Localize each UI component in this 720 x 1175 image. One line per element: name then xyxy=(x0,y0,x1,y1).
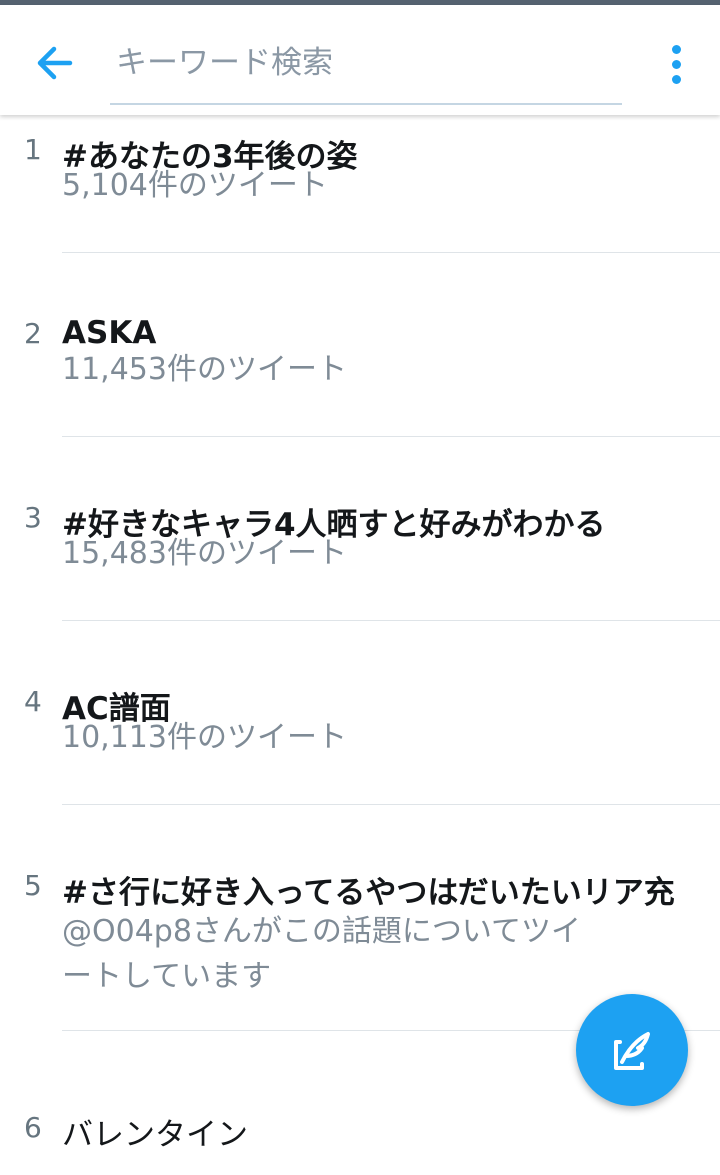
trend-rank: 3 xyxy=(24,501,42,534)
overflow-menu-button[interactable] xyxy=(660,41,694,87)
trend-title: #さ行に好き入ってるやつはだいたいリア充 xyxy=(62,875,675,911)
trend-item[interactable]: 2 ASKA 11,453件のツイート xyxy=(0,299,720,483)
trend-meta: @O04p8さんがこの話題についてツイートしています xyxy=(62,914,582,994)
trend-rank: 4 xyxy=(24,685,42,718)
arrow-left-icon xyxy=(37,46,73,80)
compose-tweet-button[interactable] xyxy=(576,994,688,1106)
trend-item[interactable]: 4 AC譜面 10,113件のツイート xyxy=(0,667,720,851)
trend-meta: 10,113件のツイート xyxy=(62,720,347,755)
trend-meta: 11,453件のツイート xyxy=(62,352,347,387)
divider xyxy=(62,620,720,621)
divider xyxy=(62,436,720,437)
search-header xyxy=(0,5,720,115)
trend-meta: 5,104件のツイート xyxy=(62,168,328,203)
trend-rank: 1 xyxy=(24,133,42,166)
divider xyxy=(62,804,720,805)
search-input[interactable] xyxy=(112,33,620,93)
trend-item[interactable]: 6 バレンタイン xyxy=(0,1095,720,1175)
back-button[interactable] xyxy=(30,37,82,89)
trend-rank: 2 xyxy=(24,317,42,350)
trend-item[interactable]: 1 #あなたの3年後の姿 5,104件のツイート xyxy=(0,115,720,299)
trend-title: ASKA xyxy=(62,315,157,351)
trend-item[interactable]: 3 #好きなキャラ4人晒すと好みがわかる 15,483件のツイート xyxy=(0,483,720,667)
search-underline xyxy=(110,103,622,105)
trend-rank: 5 xyxy=(24,869,42,902)
trend-title: バレンタイン xyxy=(62,1117,248,1153)
compose-tweet-icon xyxy=(614,1032,650,1070)
trend-meta: 15,483件のツイート xyxy=(62,536,347,571)
divider xyxy=(62,252,720,253)
